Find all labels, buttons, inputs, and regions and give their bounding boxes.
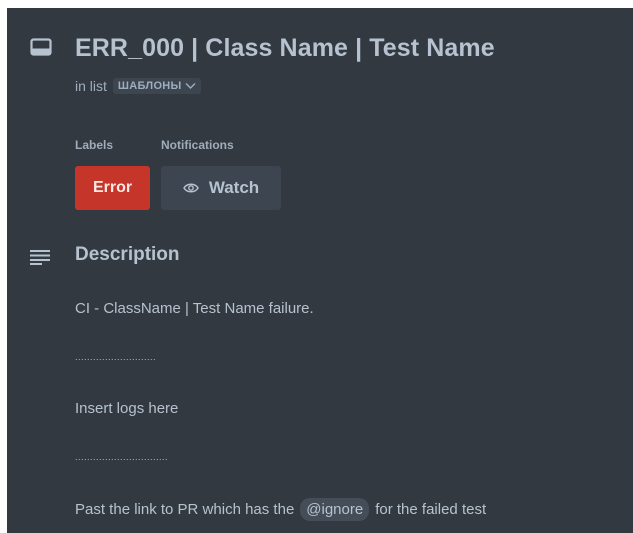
description-line[interactable]: Past the link to PR which has the @ignor…: [75, 498, 486, 521]
card-icon: [30, 38, 52, 56]
description-line[interactable]: Insert logs here: [75, 400, 178, 417]
label-error[interactable]: Error: [75, 166, 150, 210]
description-text: for the failed test: [375, 501, 487, 518]
watch-label: Watch: [208, 178, 260, 197]
inline-code: @ignore: [300, 498, 370, 521]
description-icon: [30, 249, 50, 265]
eye-icon: [182, 183, 199, 193]
description-line[interactable]: CI - ClassName | Test Name failure.: [75, 300, 314, 317]
description-divider: ...........................: [75, 352, 157, 362]
list-selector-button[interactable]: ШАБЛОНЫ: [112, 78, 201, 94]
chevron-down-icon: [185, 83, 196, 89]
watch-button[interactable]: Watch: [161, 166, 281, 210]
card-detail-panel: ERR_000 | Class Name | Test Name in list…: [7, 8, 633, 533]
in-list-text: in list: [75, 78, 107, 94]
list-info: in list ШАБЛОНЫ: [75, 78, 201, 94]
card-title[interactable]: ERR_000 | Class Name | Test Name: [75, 34, 495, 63]
description-text: Past the link to PR which has the: [75, 501, 295, 518]
description-heading: Description: [75, 244, 180, 265]
description-divider: ...............................: [75, 452, 169, 462]
list-name: ШАБЛОНЫ: [117, 80, 182, 92]
labels-heading: Labels: [75, 138, 114, 152]
notifications-heading: Notifications: [161, 138, 234, 152]
